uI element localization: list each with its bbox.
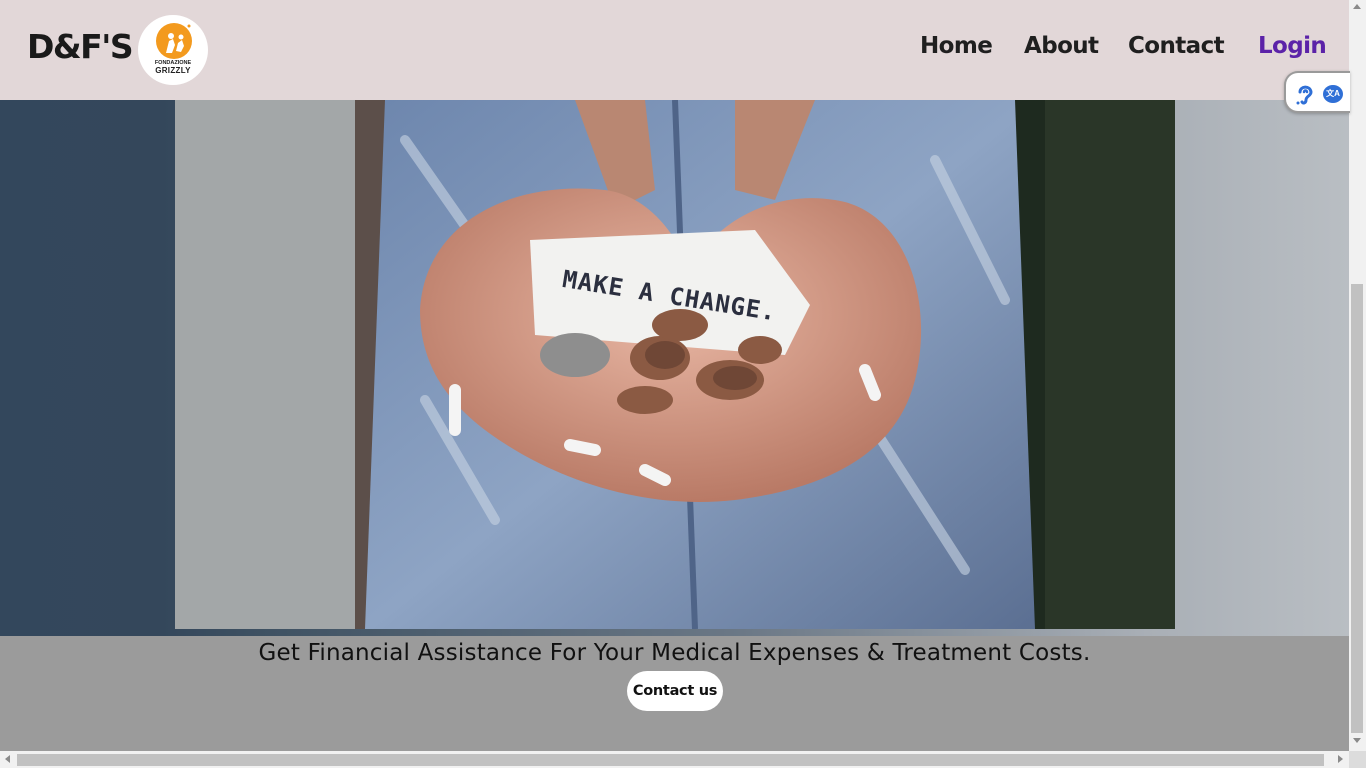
brand-name[interactable]: D&F'S bbox=[27, 27, 134, 66]
scrollbar-corner bbox=[1349, 751, 1366, 768]
nav-contact-link[interactable]: Contact bbox=[1128, 33, 1225, 67]
translate-glyph: 文A bbox=[1326, 89, 1340, 98]
nav-login-link[interactable]: Login bbox=[1258, 33, 1327, 67]
logo-text-bottom: GRIZZLY bbox=[155, 66, 191, 75]
site-header: D&F'S FONDAZIONE GRIZZLY Home About Cont… bbox=[0, 0, 1349, 100]
horizontal-scrollbar-thumb[interactable] bbox=[17, 754, 1324, 766]
nav-about-link[interactable]: About bbox=[1024, 33, 1099, 67]
hero-photo bbox=[175, 100, 1175, 629]
hearing-accessibility-icon[interactable] bbox=[1294, 82, 1316, 106]
scroll-left-arrow-icon[interactable] bbox=[5, 755, 10, 763]
contact-us-button[interactable]: Contact us bbox=[627, 671, 723, 711]
cta-tagline: Get Financial Assistance For Your Medica… bbox=[258, 640, 1091, 666]
nav-home-link[interactable]: Home bbox=[920, 33, 993, 67]
hands-with-coins-image bbox=[175, 100, 1175, 629]
translate-icon[interactable]: 文A bbox=[1323, 85, 1343, 103]
fondazione-grizzly-logo[interactable]: FONDAZIONE GRIZZLY bbox=[138, 15, 208, 85]
vertical-scrollbar-thumb[interactable] bbox=[1351, 284, 1363, 733]
scroll-up-arrow-icon[interactable] bbox=[1353, 4, 1361, 9]
scroll-right-arrow-icon[interactable] bbox=[1338, 755, 1343, 763]
accessibility-widget[interactable]: 文A bbox=[1284, 71, 1350, 113]
scroll-down-arrow-icon[interactable] bbox=[1353, 738, 1361, 743]
